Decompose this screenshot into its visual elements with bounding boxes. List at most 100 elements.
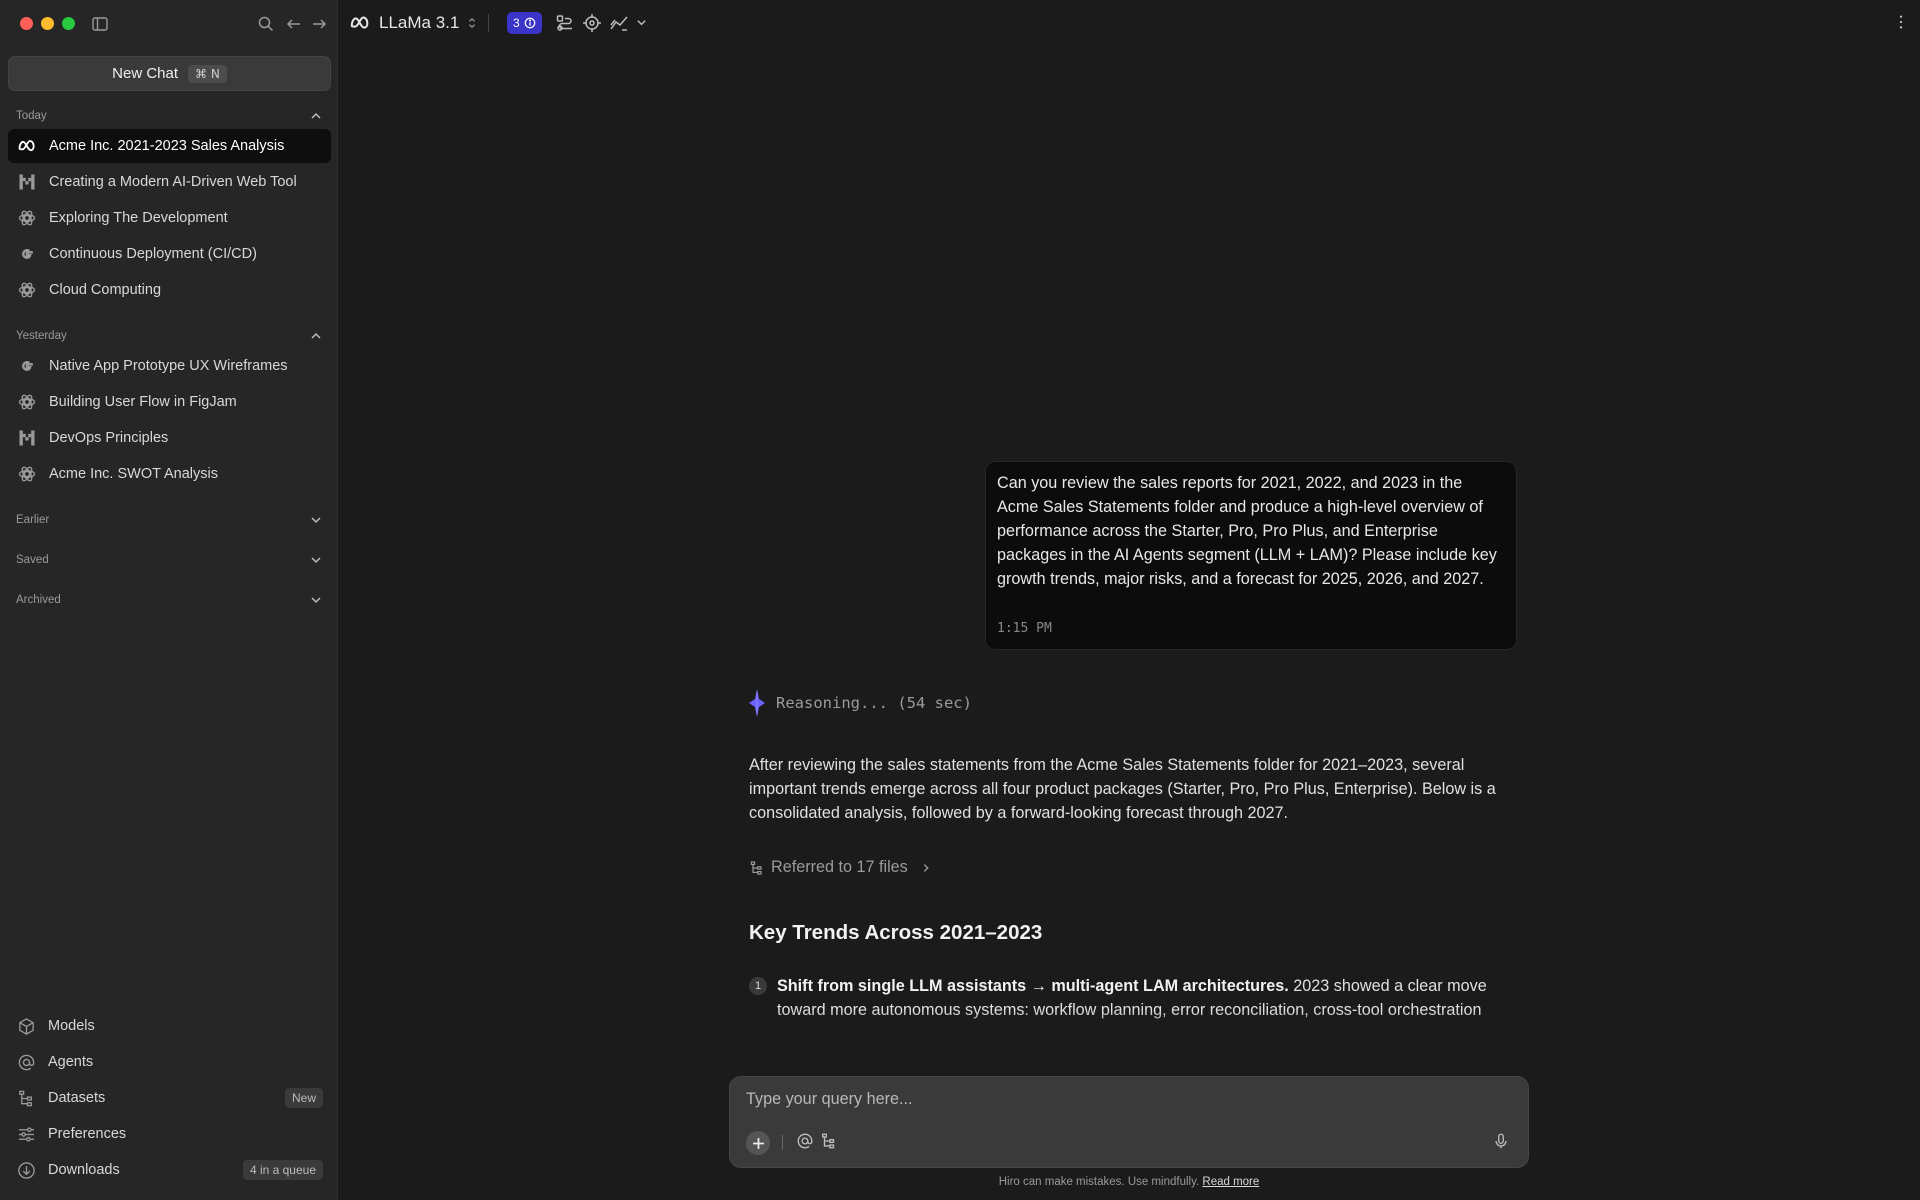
reasoning-text: Reasoning... (54 sec) [776,694,972,712]
chevron-down-icon [311,597,321,604]
chat-item-acme-sales-analysis[interactable]: Acme Inc. 2021-2023 Sales Analysis [8,129,331,163]
openai-icon [16,392,37,413]
query-input[interactable] [746,1087,1506,1111]
chevron-down-icon [311,557,321,564]
referred-files-link[interactable]: Referred to 17 files [749,858,932,877]
nav-models[interactable]: Models [8,1009,331,1043]
top-bar: LLaMa 3.1 3 [338,0,1920,46]
close-window-button[interactable] [20,17,33,30]
section-earlier-header[interactable]: Earlier [16,511,323,529]
google-icon [16,356,37,377]
maximize-window-button[interactable] [62,17,75,30]
chevron-down-icon[interactable] [635,13,649,33]
chat-item-modern-ai-web-tool[interactable]: Creating a Modern AI-Driven Web Tool [8,165,331,199]
search-icon[interactable] [256,14,276,34]
at-sign-icon [16,1052,36,1072]
nav-datasets[interactable]: Datasets New [8,1081,331,1115]
dataset-tree-icon [750,860,762,875]
chat-item-devops-principles[interactable]: DevOps Principles [8,421,331,455]
assistant-answer-intro: After reviewing the sales statements fro… [749,756,1496,822]
badge-count: 3 [513,16,520,30]
downloads-queue-badge: 4 in a queue [242,1160,323,1180]
user-message-bubble: Can you review the sales reports for 202… [985,461,1517,650]
sliders-icon [16,1124,36,1144]
info-icon [524,17,536,29]
sidebar: New Chat ⌘ N Today Acme Inc. 2021-2023 S… [0,0,338,1200]
chevron-up-icon [311,112,321,119]
crosshair-icon[interactable] [582,13,602,33]
list-number: 1 [749,977,767,995]
section-archived-label: Archived [16,594,61,606]
microphone-icon[interactable] [1492,1132,1512,1152]
more-options-icon[interactable] [1898,14,1904,34]
list-item-bold: Shift from single LLM assistants → multi… [777,977,1289,995]
download-icon [16,1160,36,1180]
read-more-link[interactable]: Read more [1202,1176,1259,1188]
section-saved-header[interactable]: Saved [16,551,323,569]
disclaimer: Hiro can make mistakes. Use mindfully. R… [729,1176,1529,1188]
chat-item-label: DevOps Principles [49,430,169,446]
divider [782,1135,783,1150]
new-chat-button[interactable]: New Chat ⌘ N [8,56,331,91]
reasoning-status[interactable]: Reasoning... (54 sec) [748,688,972,718]
nav-agents[interactable]: Agents [8,1045,331,1079]
chat-item-user-flow-figjam[interactable]: Building User Flow in FigJam [8,385,331,419]
analytics-icon[interactable] [609,13,629,33]
list-item-text: Shift from single LLM assistants → multi… [777,974,1509,1046]
composer [729,1076,1529,1168]
dataset-tree-icon[interactable] [820,1132,840,1152]
chat-item-label: Native App Prototype UX Wireframes [49,358,288,374]
divider [488,14,489,32]
section-yesterday-label: Yesterday [16,330,67,342]
openai-icon [16,280,37,301]
nav-agents-label: Agents [48,1054,94,1070]
new-chat-label: New Chat [112,65,179,82]
sidebar-toggle-icon[interactable] [90,14,110,34]
chat-item-continuous-deployment[interactable]: Continuous Deployment (CI/CD) [8,237,331,271]
back-arrow-icon[interactable] [284,14,304,34]
section-archived-header[interactable]: Archived [16,591,323,609]
forward-arrow-icon[interactable] [309,14,329,34]
new-chat-shortcut: ⌘ N [188,64,227,83]
plus-icon [752,1137,764,1149]
openai-icon [16,208,37,229]
google-icon [16,244,37,265]
nav-datasets-label: Datasets [48,1090,106,1106]
section-yesterday-header[interactable]: Yesterday [16,327,323,345]
datasets-new-badge: New [284,1088,323,1108]
chevron-down-icon [311,517,321,524]
section-heading: Key Trends Across 2021–2023 [749,921,1043,944]
chat-item-label: Building User Flow in FigJam [49,394,237,410]
info-count-badge[interactable]: 3 [507,12,542,34]
meta-icon [16,136,37,157]
chat-item-label: Creating a Modern AI-Driven Web Tool [49,174,297,190]
nav-downloads[interactable]: Downloads 4 in a queue [8,1153,331,1187]
referred-files-label: Referred to 17 files [771,858,908,876]
chat-item-native-app-prototype[interactable]: Native App Prototype UX Wireframes [8,349,331,383]
chat-item-cloud-computing[interactable]: Cloud Computing [8,273,331,307]
model-selector[interactable]: LLaMa 3.1 [349,12,477,34]
nav-preferences[interactable]: Preferences [8,1117,331,1151]
dataset-tree-icon [16,1088,36,1108]
message-timestamp: 1:15 PM [997,621,1052,636]
user-message-text: Can you review the sales reports for 202… [997,474,1497,588]
chat-item-exploring-development[interactable]: Exploring The Development [8,201,331,235]
mention-icon[interactable] [796,1132,816,1152]
nav-downloads-label: Downloads [48,1162,120,1178]
mistral-icon [16,172,37,193]
chat-item-label: Cloud Computing [49,282,162,298]
mistral-icon [16,428,37,449]
nav-models-label: Models [48,1018,95,1034]
section-saved-label: Saved [16,554,49,566]
flow-icon[interactable] [555,13,575,33]
chat-item-label: Exploring The Development [49,210,228,226]
chevron-up-icon [311,332,321,339]
chevron-updown-icon [469,17,476,29]
add-attachment-button[interactable] [746,1131,770,1155]
nav-preferences-label: Preferences [48,1126,127,1142]
section-today-header[interactable]: Today [16,107,323,125]
disclaimer-text: Hiro can make mistakes. Use mindfully. [998,1176,1200,1188]
chat-item-swot-analysis[interactable]: Acme Inc. SWOT Analysis [8,457,331,491]
chat-item-label: Acme Inc. 2021-2023 Sales Analysis [49,138,285,154]
minimize-window-button[interactable] [41,17,54,30]
